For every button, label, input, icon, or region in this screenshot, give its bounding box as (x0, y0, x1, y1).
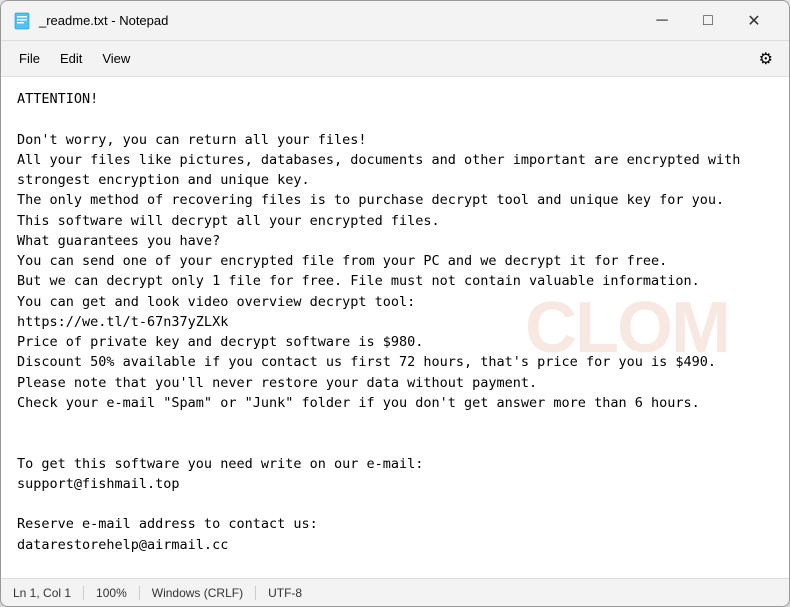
app-icon (13, 12, 31, 30)
notepad-window: _readme.txt - Notepad ─ □ ✕ File Edit Vi… (0, 0, 790, 607)
minimize-button[interactable]: ─ (639, 5, 685, 37)
document-text: ATTENTION! Don't worry, you can return a… (17, 89, 773, 578)
menu-file[interactable]: File (9, 47, 50, 70)
menu-edit[interactable]: Edit (50, 47, 92, 70)
title-bar: _readme.txt - Notepad ─ □ ✕ (1, 1, 789, 41)
close-button[interactable]: ✕ (731, 5, 777, 37)
line-ending: Windows (CRLF) (140, 586, 256, 600)
encoding: UTF-8 (256, 586, 314, 600)
window-controls: ─ □ ✕ (639, 5, 777, 37)
cursor-position: Ln 1, Col 1 (13, 586, 84, 600)
window-title: _readme.txt - Notepad (39, 13, 639, 28)
menu-bar: File Edit View ⚙ (1, 41, 789, 77)
menu-view[interactable]: View (92, 47, 140, 70)
maximize-button[interactable]: □ (685, 5, 731, 37)
zoom-level: 100% (84, 586, 140, 600)
settings-icon[interactable]: ⚙ (751, 45, 781, 73)
text-content-area[interactable]: CLOM ATTENTION! Don't worry, you can ret… (1, 77, 789, 578)
status-bar: Ln 1, Col 1 100% Windows (CRLF) UTF-8 (1, 578, 789, 606)
